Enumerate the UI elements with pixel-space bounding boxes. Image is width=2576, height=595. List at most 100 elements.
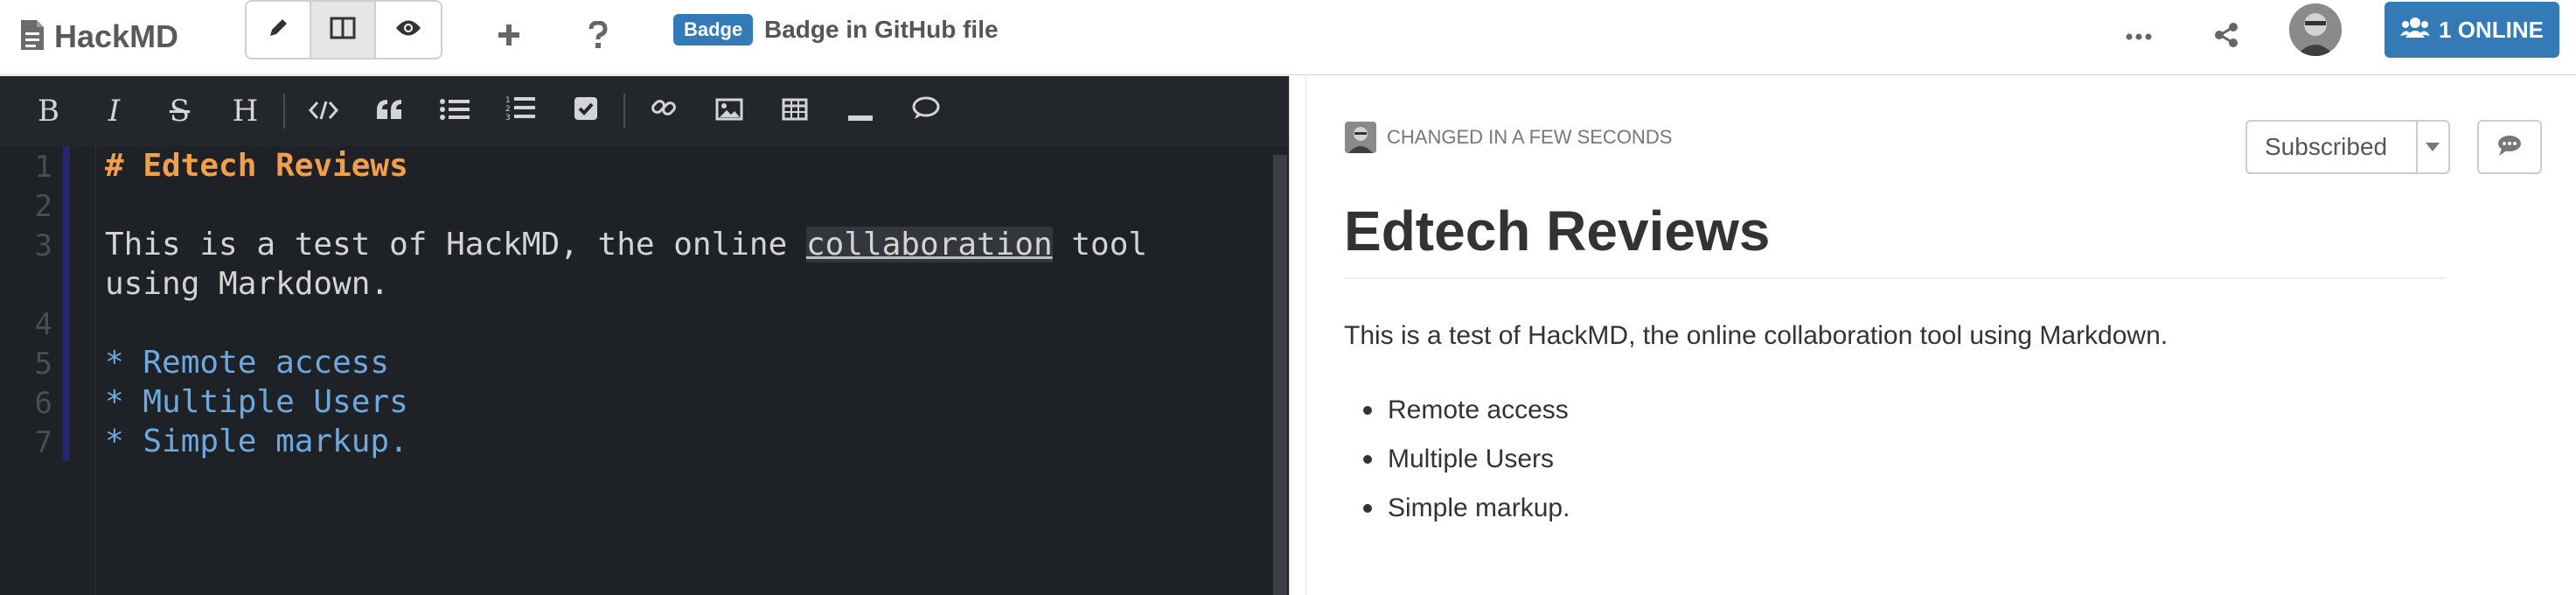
- gutter-change-marker: [63, 146, 70, 461]
- view-mode-button[interactable]: [376, 2, 441, 58]
- editor-scrollbar[interactable]: [1273, 155, 1287, 595]
- code-line-paragraph-wrap: using Markdown.: [105, 266, 390, 302]
- checkbox-icon: [574, 94, 598, 129]
- heading-button[interactable]: H: [212, 85, 278, 137]
- share-button[interactable]: [2200, 10, 2252, 63]
- line-number: 5: [34, 346, 52, 382]
- online-count-label: 1 ONLINE: [2439, 16, 2544, 43]
- strikethrough-button[interactable]: S: [147, 85, 212, 137]
- code-line-list-item: * Remote access: [105, 345, 390, 381]
- more-menu-button[interactable]: [2113, 10, 2165, 63]
- list-ul-icon: [439, 94, 470, 129]
- new-note-button[interactable]: [483, 10, 535, 63]
- italic-icon: I: [108, 94, 121, 129]
- quote-button[interactable]: [356, 85, 421, 137]
- list-item-text: Remote access: [1388, 396, 1569, 424]
- subscribed-label[interactable]: Subscribed: [2247, 122, 2416, 172]
- image-button[interactable]: [696, 85, 762, 137]
- line-number: 6: [34, 386, 52, 421]
- caret-down-icon[interactable]: [2415, 122, 2448, 172]
- code-button[interactable]: [290, 85, 356, 137]
- minus-icon: [847, 94, 873, 129]
- heading-icon: H: [232, 94, 259, 129]
- last-changed-info: CHANGED IN A FEW SECONDS: [1345, 122, 1672, 153]
- pencil-icon: [267, 17, 289, 44]
- brand[interactable]: HackMD: [19, 12, 178, 61]
- line-number-gutter: 1 2 3 4 5 6 7: [0, 146, 96, 595]
- link-icon: [651, 94, 677, 129]
- line-number: 4: [34, 307, 52, 342]
- view-mode-group: [245, 0, 442, 60]
- question-icon: [588, 19, 608, 53]
- preview-title: Edtech Reviews: [1344, 199, 2446, 279]
- columns-icon: [330, 17, 356, 44]
- code-line-list-item: * Simple markup.: [105, 424, 408, 459]
- bullet-icon: [1363, 455, 1372, 464]
- image-icon: [715, 94, 743, 129]
- preview-paragraph: This is a test of HackMD, the online col…: [1344, 321, 2169, 350]
- user-avatar[interactable]: [2289, 4, 2342, 56]
- ellipsis-icon: [2126, 29, 2152, 45]
- share-icon: [2213, 22, 2239, 52]
- code-line-list-item: * Multiple Users: [105, 384, 408, 420]
- strikethrough-icon: S: [169, 94, 191, 129]
- comment-icon: [912, 94, 940, 129]
- bold-button[interactable]: B: [16, 85, 81, 137]
- users-icon: [2400, 17, 2431, 44]
- numbered-list-button[interactable]: 123: [487, 85, 553, 137]
- horizontal-rule-button[interactable]: [827, 85, 893, 137]
- list-item: Multiple Users: [1344, 435, 1570, 484]
- checklist-button[interactable]: [553, 85, 618, 137]
- code-text: This is a test of HackMD, the online: [105, 227, 806, 262]
- markdown-editor-pane: B I S H 123 1 2 3 4 5 6 7 # Edtech Revie…: [0, 76, 1289, 595]
- list-ol-icon: 123: [505, 94, 535, 129]
- subscribe-dropdown[interactable]: Subscribed: [2245, 120, 2450, 174]
- code-icon: [308, 94, 338, 129]
- edit-mode-button[interactable]: [247, 2, 311, 58]
- editor-toolbar: B I S H 123: [0, 76, 1289, 146]
- bullet-list-button[interactable]: [421, 85, 487, 137]
- file-icon: [19, 18, 45, 56]
- line-number: 3: [34, 228, 52, 263]
- highlighted-word: collaboration: [805, 227, 1053, 262]
- author-avatar[interactable]: [1345, 122, 1376, 153]
- code-line-paragraph: This is a test of HackMD, the online col…: [105, 227, 1147, 262]
- list-item: Simple markup.: [1344, 484, 1570, 533]
- badge-tag: Badge: [673, 14, 754, 46]
- eye-icon: [395, 18, 421, 42]
- pane-divider[interactable]: [1289, 76, 1306, 595]
- top-navbar: HackMD Badge Badge in GitHub file 1 ONLI…: [0, 0, 2576, 75]
- toolbar-divider: [283, 94, 285, 129]
- online-users-button[interactable]: 1 ONLINE: [2385, 2, 2559, 58]
- line-number: 1: [34, 150, 52, 185]
- italic-button[interactable]: I: [81, 85, 147, 137]
- brand-title: HackMD: [54, 18, 179, 54]
- bullet-icon: [1363, 406, 1372, 415]
- comment-insert-button[interactable]: [893, 85, 958, 137]
- link-button[interactable]: [630, 85, 696, 137]
- changed-text: CHANGED IN A FEW SECONDS: [1387, 126, 1673, 148]
- code-area[interactable]: 1 2 3 4 5 6 7 # Edtech Reviews This is a…: [0, 146, 1289, 595]
- preview-pane: CHANGED IN A FEW SECONDS Subscribed Edte…: [1307, 76, 2576, 595]
- toolbar-divider: [623, 94, 625, 129]
- bullet-icon: [1363, 504, 1372, 513]
- code-line-heading: # Edtech Reviews: [105, 148, 408, 184]
- line-number: 7: [34, 425, 52, 460]
- list-item-text: Simple markup.: [1388, 494, 1570, 522]
- table-button[interactable]: [762, 85, 827, 137]
- bold-icon: B: [38, 94, 59, 129]
- preview-list: Remote access Multiple Users Simple mark…: [1344, 386, 1570, 533]
- comment-icon: [2496, 134, 2523, 161]
- svg-text:2: 2: [505, 105, 511, 114]
- comments-button[interactable]: [2477, 120, 2542, 174]
- quote-icon: [375, 94, 403, 129]
- list-item: Remote access: [1344, 386, 1570, 435]
- list-item-text: Multiple Users: [1388, 444, 1555, 473]
- svg-text:1: 1: [505, 96, 511, 105]
- table-icon: [782, 94, 808, 129]
- code-text: tool: [1052, 227, 1148, 262]
- line-number: 2: [34, 189, 52, 224]
- document-title: Badge in GitHub file: [764, 16, 999, 43]
- help-button[interactable]: [572, 10, 624, 63]
- both-mode-button[interactable]: [311, 2, 376, 58]
